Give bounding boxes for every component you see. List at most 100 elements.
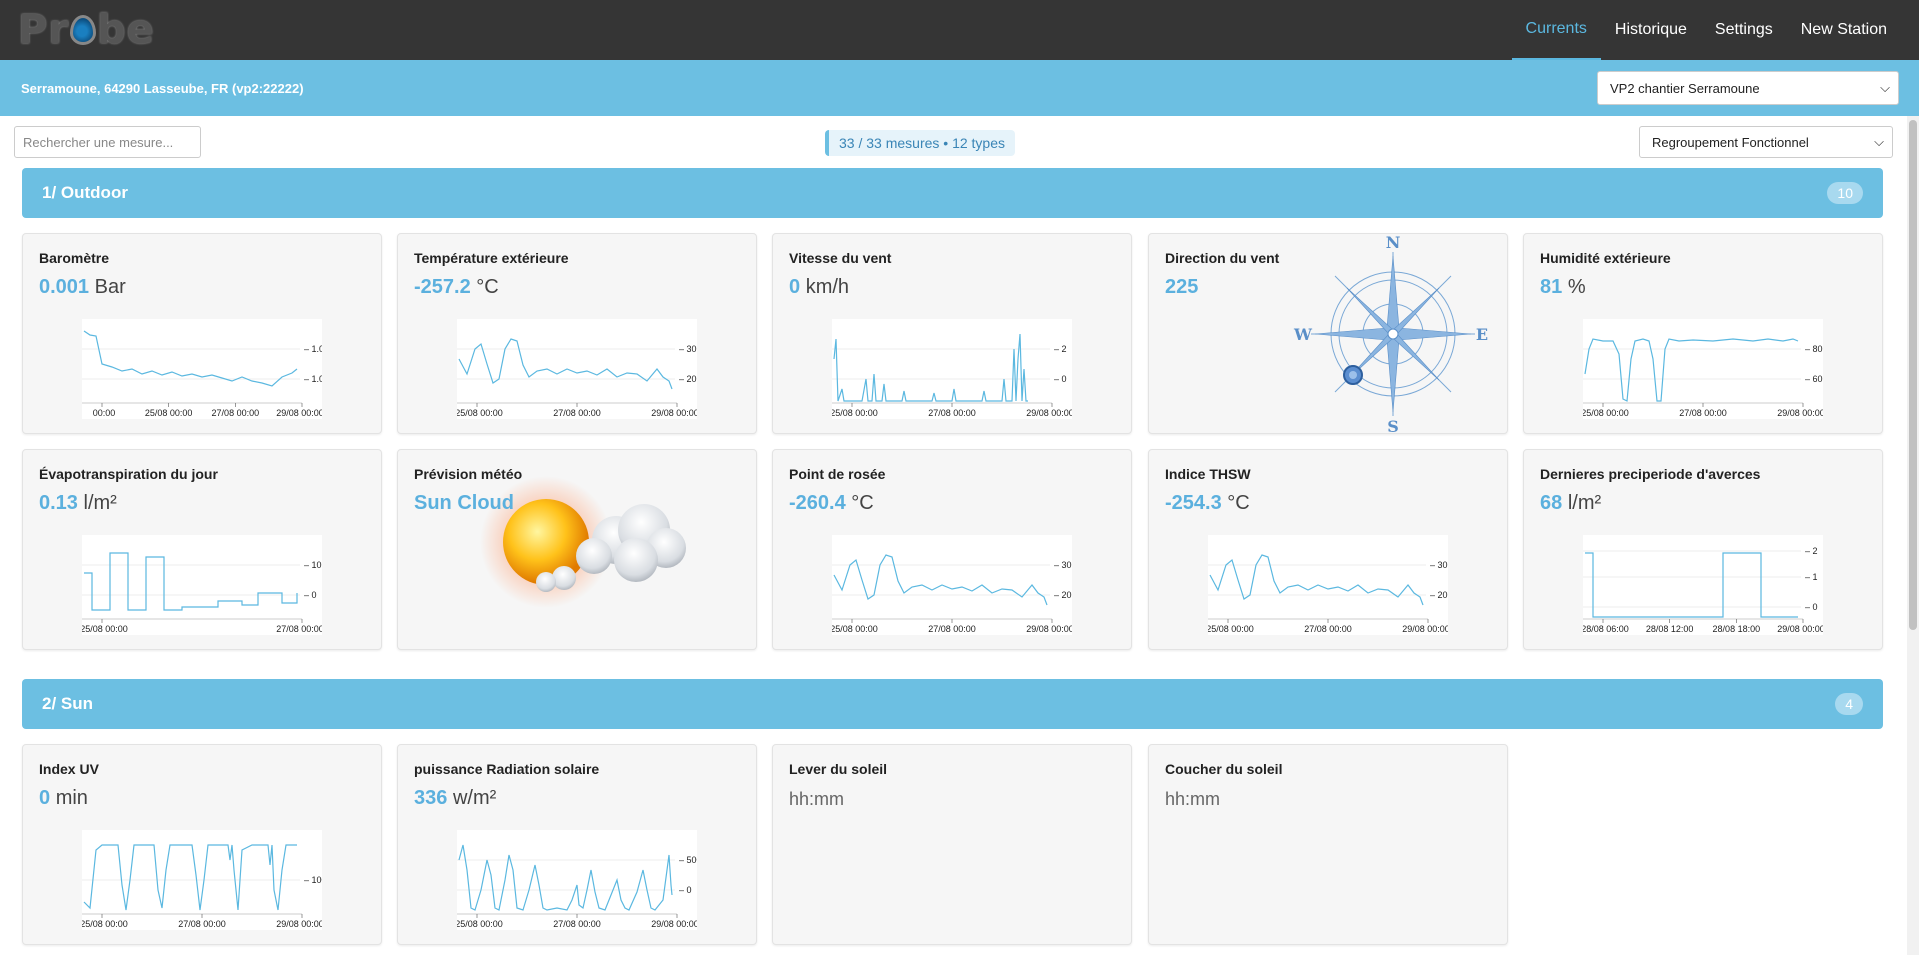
card-value: 0 min [39, 787, 88, 809]
sparkline-y-tick: – 100 [304, 875, 322, 885]
sparkline-svg: – 1.02 – 1.01 00:00 25/08 00:00 27/08 00:00 2… [82, 330, 322, 418]
sparkline-y-tick: – 2 [1054, 344, 1067, 354]
compass-w-label: W [1293, 325, 1313, 344]
sparkline-line [84, 552, 298, 611]
card-value: 0.001 Bar [39, 276, 126, 298]
sparkline-x-tick: 25/08 00:00 [1583, 408, 1629, 418]
sparkline-y-tick: – 60 [1805, 374, 1823, 384]
sparkline-svg: – 2 – 0 25/08 00:00 27/08 00:00 29/08 00:00 [832, 333, 1072, 418]
sparkline-y-tick: – 500 [679, 855, 697, 865]
sparkline-y-tick: – 0 [1805, 602, 1818, 612]
toolbar: Rechercher une mesure... 33 / 33 mesures… [0, 116, 1919, 168]
sparkline-x-tick: 29/08 00:00 [1402, 624, 1448, 634]
measure-count-badge: 33 / 33 mesures • 12 types [825, 130, 1015, 156]
sparkline-x-tick: 27/08 00:00 [553, 919, 601, 929]
card-value: 0 km/h [789, 276, 850, 298]
sparkline-x-tick: 29/08 00:00 [651, 408, 697, 418]
card-direction-vent[interactable]: Direction du vent 225 N E S W [1148, 233, 1508, 434]
sparkline-x-tick: 29/08 00:00 [651, 919, 697, 929]
group-count-badge: 10 [1827, 182, 1863, 204]
card-coucher-soleil[interactable]: Coucher du soleil hh:mm [1148, 744, 1508, 945]
search-input[interactable]: Rechercher une mesure... [14, 126, 201, 158]
nav-historique[interactable]: Historique [1601, 0, 1701, 60]
sparkline-x-tick: 27/08 00:00 [1679, 408, 1727, 418]
sparkline-y-tick: – 30 [679, 344, 697, 354]
sparkline-y-tick: – 30 [1430, 560, 1448, 570]
sparkline-x-tick: 29/08 00:00 [276, 408, 322, 418]
station-location: Serramoune, 64290 Lasseube, FR (vp2:2222… [21, 80, 304, 96]
sparkline-y-tick: – 0 [679, 885, 692, 895]
probe-logo[interactable]: Pr be [18, 7, 155, 53]
station-select[interactable]: VP2 chantier Serramoune ⌵ [1597, 71, 1899, 105]
sparkline-chart: – 30 – 20 25/08 00:00 27/08 00:00 29/08 00:0… [1208, 535, 1448, 635]
card-title: Température extérieure [414, 250, 569, 266]
card-title: Lever du soleil [789, 761, 888, 777]
sparkline-x-tick: 28/08 18:00 [1713, 624, 1761, 634]
card-radiation-solaire[interactable]: puissance Radiation solaire 336 w/m² – 5… [397, 744, 757, 945]
card-prevision-meteo[interactable]: Prévision météo Sun Cloud [397, 449, 757, 650]
nav-settings[interactable]: Settings [1701, 0, 1787, 60]
sparkline-line [83, 330, 298, 387]
sparkline-y-tick: – 0 [1054, 374, 1067, 384]
compass-rose-icon: N E S W [1293, 234, 1488, 434]
group-header-sun[interactable]: 2/ Sun 4 [22, 679, 1883, 729]
card-value: hh:mm [789, 789, 845, 809]
sparkline-x-tick: 25/08 00:00 [832, 408, 878, 418]
card-title: Vitesse du vent [789, 250, 892, 266]
sparkline-chart: – 500 – 0 25/08 00:00 27/08 00:00 29/08 00:0… [457, 830, 697, 930]
sparkline-svg: – 30 – 20 25/08 00:00 27/08 00:00 29/08 00:0… [832, 554, 1072, 634]
grouping-select[interactable]: Regroupement Fonctionnel ⌵ [1639, 126, 1893, 158]
card-evapotranspiration[interactable]: Évapotranspiration du jour 0.13 l/m² – 1… [22, 449, 382, 650]
sparkline-line [1584, 338, 1799, 402]
sparkline-x-tick: 27/08 00:00 [928, 624, 976, 634]
sparkline-line [833, 554, 1048, 606]
sparkline-svg: – 2 – 1 – 0 28/08 06:00 28/08 12:00 28/08 18:… [1583, 546, 1823, 634]
sparkline-x-tick: 29/08 00:00 [1777, 408, 1823, 418]
sparkline-x-tick: 27/08 00:00 [1304, 624, 1352, 634]
card-humidite-exterieure[interactable]: Humidité extérieure 81 % – 80 – 60 25/08 0… [1523, 233, 1883, 434]
sparkline-x-tick: 27/08 00:00 [553, 408, 601, 418]
page-scrollbar[interactable] [1907, 116, 1919, 955]
group-header-outdoor[interactable]: 1/ Outdoor 10 [22, 168, 1883, 218]
sparkline-y-tick: – 20 [1430, 590, 1448, 600]
sparkline-x-tick: 27/08 00:00 [276, 624, 322, 634]
top-navbar: Pr be Currents Historique Settings New St… [0, 0, 1919, 60]
card-value: -254.3 °C [1165, 492, 1250, 514]
sparkline-y-tick: – 20 [679, 374, 697, 384]
chevron-down-icon: ⌵ [1880, 80, 1890, 95]
sparkline-chart: – 30 – 20 25/08 00:00 27/08 00:00 29/08 00:0… [832, 535, 1072, 635]
card-barometre[interactable]: Baromètre 0.001 Bar – 1.02 – 1.01 00:00 25/… [22, 233, 382, 434]
card-lever-soleil[interactable]: Lever du soleil hh:mm [772, 744, 1132, 945]
card-title: puissance Radiation solaire [414, 761, 600, 777]
sparkline-x-tick: 29/08 00:00 [276, 919, 322, 929]
card-value: -260.4 °C [789, 492, 874, 514]
station-select-value: VP2 chantier Serramoune [1610, 80, 1760, 96]
card-averses[interactable]: Dernieres preciperiode d'averces 68 l/m²… [1523, 449, 1883, 650]
card-value: 336 w/m² [414, 787, 497, 809]
sparkline-chart: – 30 – 20 25/08 00:00 27/08 00:00 29/08 00:0… [457, 319, 697, 419]
card-value: 68 l/m² [1540, 492, 1602, 514]
main-nav: Currents Historique Settings New Station [1511, 0, 1901, 60]
sparkline-svg: – 100 25/08 00:00 27/08 00:00 29/08 00:00 [82, 844, 322, 929]
card-value: 0.13 l/m² [39, 492, 117, 514]
sparkline-x-tick: 28/08 12:00 [1646, 624, 1694, 634]
card-temperature-exterieure[interactable]: Température extérieure -257.2 °C – 30 – 2… [397, 233, 757, 434]
card-vitesse-vent[interactable]: Vitesse du vent 0 km/h – 2 – 0 25/08 00:00… [772, 233, 1132, 434]
sparkline-x-tick: 27/08 00:00 [212, 408, 260, 418]
scrollbar-thumb[interactable] [1909, 120, 1917, 630]
sparkline-y-tick: – 1.01 [304, 374, 322, 384]
sparkline-svg: – 10 – 0 25/08 00:00 27/08 00:00 [82, 552, 322, 634]
sparkline-x-tick: 25/08 00:00 [457, 408, 503, 418]
sparkline-y-tick: – 1.02 [304, 344, 322, 354]
card-title: Direction du vent [1165, 250, 1280, 266]
compass-e-label: E [1476, 325, 1488, 344]
sparkline-x-tick: 29/08 00:00 [1026, 408, 1072, 418]
nav-currents[interactable]: Currents [1511, 0, 1601, 60]
card-indice-thsw[interactable]: Indice THSW -254.3 °C – 30 – 20 25/08 00:0… [1148, 449, 1508, 650]
station-bar: Serramoune, 64290 Lasseube, FR (vp2:2222… [0, 60, 1919, 116]
sparkline-chart: – 100 25/08 00:00 27/08 00:00 29/08 00:00 [82, 830, 322, 930]
nav-new-station[interactable]: New Station [1787, 0, 1901, 60]
card-point-rosee[interactable]: Point de rosée -260.4 °C – 30 – 20 25/08 0… [772, 449, 1132, 650]
card-index-uv[interactable]: Index UV 0 min – 100 25/08 00:00 27/08 00:… [22, 744, 382, 945]
sparkline-x-tick: 27/08 00:00 [928, 408, 976, 418]
